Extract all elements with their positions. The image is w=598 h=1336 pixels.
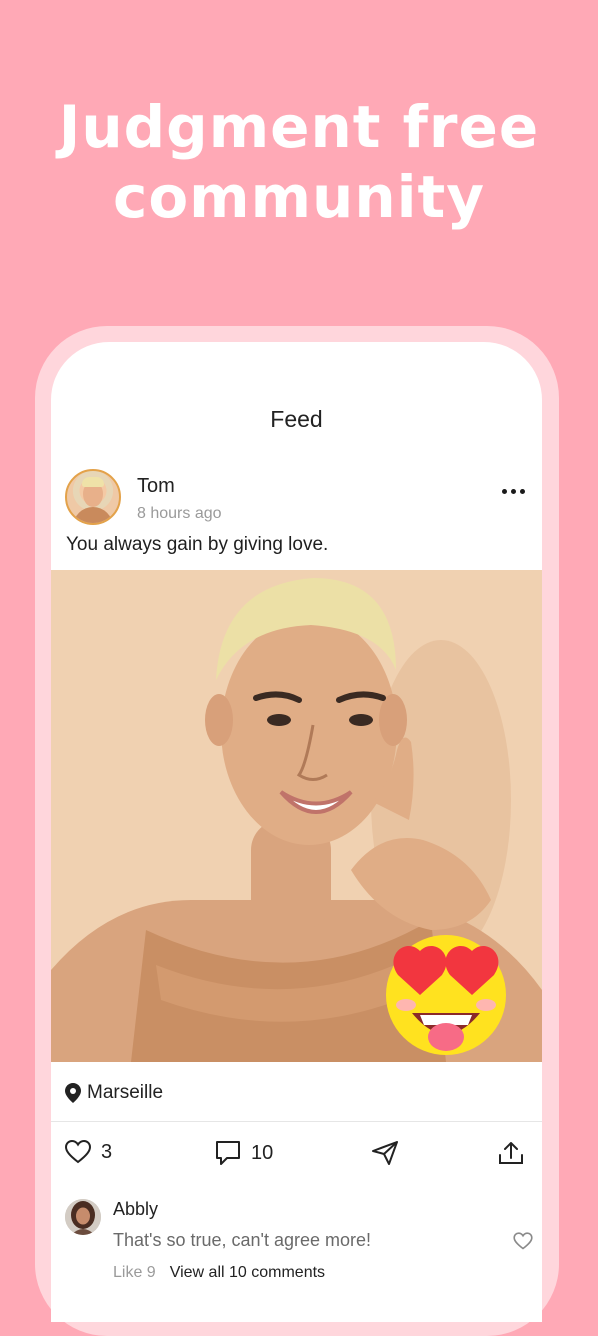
comment-button[interactable]: 10: [215, 1140, 273, 1166]
heart-eyes-emoji: [386, 935, 506, 1055]
send-button[interactable]: [371, 1140, 399, 1166]
post-actions: 3 10: [51, 1140, 542, 1176]
like-button[interactable]: 3: [65, 1140, 112, 1164]
headline: Judgment free community: [0, 92, 598, 232]
comment-count: 10: [251, 1141, 274, 1164]
post-photo-illustration: [51, 570, 542, 1062]
heart-outline-icon: [65, 1140, 91, 1164]
headline-line-2: community: [112, 163, 486, 231]
author-avatar[interactable]: [65, 469, 121, 525]
post-photo[interactable]: [51, 570, 542, 1062]
post-timestamp: 8 hours ago: [137, 505, 222, 522]
commenter-avatar[interactable]: [65, 1199, 101, 1235]
share-button[interactable]: [497, 1140, 525, 1166]
commenter-name[interactable]: Abbly: [113, 1199, 158, 1220]
speech-bubble-icon: [216, 1141, 240, 1165]
author-name[interactable]: Tom: [137, 475, 175, 498]
comment-like-count[interactable]: Like 9: [113, 1264, 156, 1282]
paper-plane-icon: [372, 1141, 398, 1165]
location-pin-icon: [65, 1083, 81, 1103]
like-count: 3: [101, 1140, 113, 1163]
phone-screen: Feed Tom 8 hours ago You always gain by …: [51, 342, 542, 1322]
more-options-icon[interactable]: [498, 486, 528, 496]
location-label: Marseille: [87, 1082, 164, 1103]
post-header: Tom 8 hours ago: [51, 468, 542, 532]
headline-line-1: Judgment free: [58, 93, 540, 161]
divider: [51, 1121, 542, 1122]
comment-item: Abbly That's so true, can't agree more! …: [65, 1199, 535, 1289]
page-title: Feed: [270, 406, 323, 432]
view-all-comments-link[interactable]: View all 10 comments: [170, 1264, 325, 1282]
comment-meta: Like 9 View all 10 comments: [113, 1264, 325, 1282]
post-location[interactable]: Marseille: [65, 1079, 163, 1107]
comment-heart-icon[interactable]: [513, 1232, 533, 1250]
commenter-avatar-illustration: [65, 1199, 101, 1235]
share-upload-icon: [499, 1142, 523, 1164]
post-caption: You always gain by giving love.: [66, 534, 329, 555]
comment-text: That's so true, can't agree more!: [113, 1230, 371, 1250]
